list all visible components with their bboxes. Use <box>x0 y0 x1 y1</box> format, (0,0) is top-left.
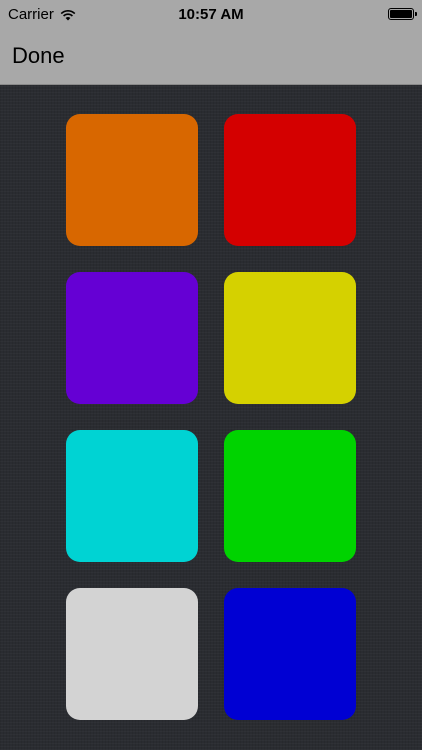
swatch-red[interactable] <box>224 114 356 246</box>
status-bar: Carrier 10:57 AM <box>0 0 422 30</box>
swatch-light-gray[interactable] <box>66 588 198 720</box>
done-button[interactable]: Done <box>12 43 65 69</box>
nav-bar: Done <box>0 30 422 85</box>
status-time: 10:57 AM <box>178 6 244 23</box>
battery-icon <box>388 8 417 20</box>
swatch-blue[interactable] <box>224 588 356 720</box>
swatch-purple[interactable] <box>66 272 198 404</box>
swatch-yellow[interactable] <box>224 272 356 404</box>
swatch-green[interactable] <box>224 430 356 562</box>
color-grid <box>0 85 422 750</box>
swatch-cyan[interactable] <box>66 430 198 562</box>
swatch-orange[interactable] <box>66 114 198 246</box>
